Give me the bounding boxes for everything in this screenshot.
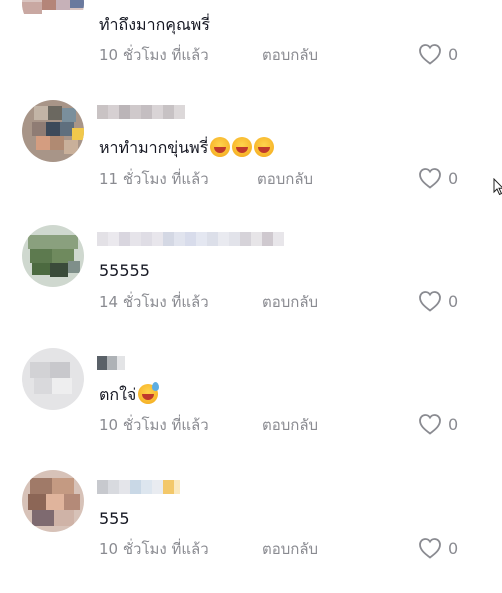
like-count: 0 (448, 168, 459, 188)
comment-text: ทำถึงมากคุณพรี่ (99, 15, 210, 34)
comment-text-value: ตกใจ่ (99, 385, 137, 404)
comment-timestamp: 11 ชั่วโมง ที่แล้ว (99, 170, 209, 188)
comment-timestamp: 10 ชั่วโมง ที่แล้ว (99, 46, 209, 64)
like-count: 0 (448, 44, 459, 64)
comment-text: ตกใจ่ (99, 382, 160, 406)
avatar[interactable] (22, 348, 84, 410)
heart-outline-icon (419, 168, 441, 189)
comment-text-value: หาทำมากขุ่นพรี่ (99, 138, 209, 157)
heart-outline-icon (419, 44, 441, 65)
avatar[interactable] (22, 100, 84, 162)
reply-button[interactable]: ตอบกลับ (262, 415, 318, 435)
username[interactable] (97, 356, 125, 370)
like-button[interactable]: 0 (418, 43, 458, 65)
laughing-tears-emoji (254, 137, 275, 157)
like-button[interactable]: 0 (418, 537, 458, 559)
reply-button[interactable]: ตอบกลับ (262, 45, 318, 65)
grinning-sweat-emoji (138, 382, 160, 404)
like-count: 0 (448, 291, 459, 311)
comment-timestamp: 10 ชั่วโมง ที่แล้ว (99, 416, 209, 434)
username[interactable] (97, 105, 185, 119)
comment-timestamp: 14 ชั่วโมง ที่แล้ว (99, 293, 209, 311)
reply-button[interactable]: ตอบกลับ (257, 169, 313, 189)
laughing-tears-emoji (232, 137, 253, 157)
avatar[interactable] (22, 0, 84, 34)
like-button[interactable]: 0 (418, 167, 458, 189)
like-count: 0 (448, 538, 459, 558)
username[interactable] (97, 232, 284, 246)
reply-button[interactable]: ตอบกลับ (262, 539, 318, 559)
comment-text: 555 (99, 509, 130, 528)
like-count: 0 (448, 414, 459, 434)
comment-text: 55555 (99, 261, 150, 280)
reply-button[interactable]: ตอบกลับ (262, 292, 318, 312)
comment-timestamp: 10 ชั่วโมง ที่แล้ว (99, 540, 209, 558)
like-button[interactable]: 0 (418, 290, 458, 312)
heart-outline-icon (419, 538, 441, 559)
comment-text: หาทำมากขุ่นพรี่ (99, 137, 275, 159)
heart-outline-icon (419, 414, 441, 435)
avatar[interactable] (22, 225, 84, 287)
laughing-tears-emoji (210, 137, 231, 157)
avatar[interactable] (22, 470, 84, 532)
heart-outline-icon (419, 291, 441, 312)
like-button[interactable]: 0 (418, 413, 458, 435)
username[interactable] (97, 480, 180, 494)
mouse-pointer-icon (493, 178, 502, 196)
